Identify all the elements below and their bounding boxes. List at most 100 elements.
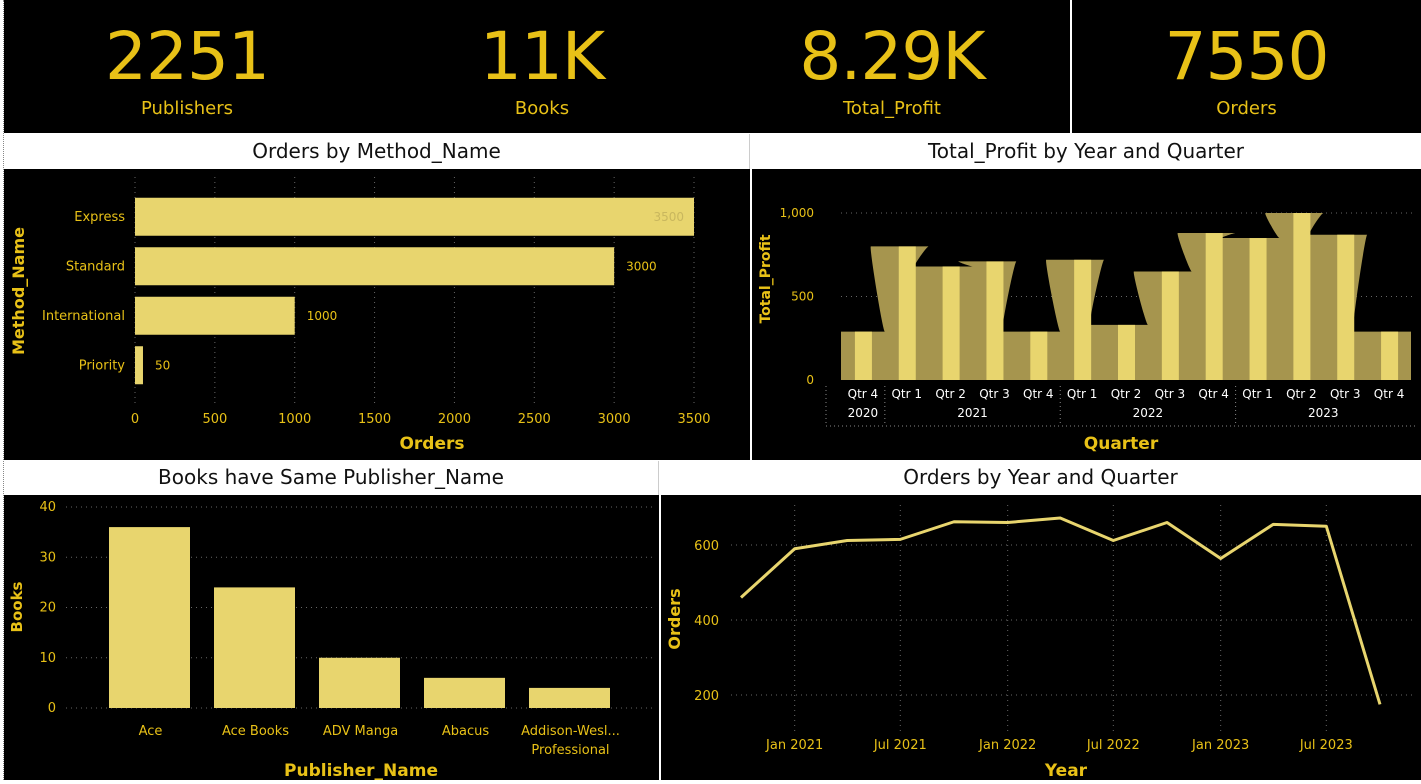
x-axis-title: Orders bbox=[399, 434, 464, 454]
y-tick-label: 20 bbox=[39, 601, 56, 616]
x-axis-title: Quarter bbox=[1084, 434, 1159, 454]
bar bbox=[214, 587, 295, 708]
profit-bar bbox=[1074, 259, 1092, 380]
profit-bar bbox=[1293, 213, 1311, 380]
x-tick-label: 1000 bbox=[278, 412, 311, 427]
kpi-card-books[interactable]: 11K Books bbox=[370, 0, 714, 133]
quarter-label: Qtr 4 bbox=[1198, 387, 1229, 401]
x-axis-title: Publisher_Name bbox=[284, 761, 438, 780]
x-tick-label: 3500 bbox=[677, 412, 710, 427]
chart-books-same-publisher[interactable]: 0 10 20 30 40 Ace Ace Books ADV Manga Abacus Addi… bbox=[4, 495, 659, 781]
orders-by-method-svg: 0 500 1000 1500 2000 2500 3000 3500 Express 3500 S… bbox=[9, 177, 711, 454]
bar bbox=[109, 527, 190, 708]
profit-bar bbox=[854, 331, 872, 380]
profit-bar bbox=[1161, 271, 1179, 380]
x-tick-label: Ace bbox=[139, 724, 163, 739]
quarter-label: Qtr 2 bbox=[1111, 387, 1142, 401]
profit-bar bbox=[986, 261, 1004, 380]
quarter-label: Qtr 3 bbox=[979, 387, 1010, 401]
year-label: 2021 bbox=[957, 406, 988, 420]
profit-bar bbox=[1030, 331, 1048, 380]
data-label: 1000 bbox=[307, 309, 338, 323]
chart-orders-by-method[interactable]: 0 500 1000 1500 2000 2500 3000 3500 Express 3500 S… bbox=[4, 169, 750, 460]
y-tick-label: 0 bbox=[48, 701, 56, 716]
y-tick-label: 600 bbox=[694, 539, 719, 554]
bar bbox=[529, 687, 610, 708]
y-tick-label: 40 bbox=[39, 500, 56, 515]
x-tick-label: Abacus bbox=[442, 724, 489, 739]
y-tick-label: 10 bbox=[39, 651, 56, 666]
books-same-publisher-svg: 0 10 20 30 40 Ace Ace Books ADV Manga Abacus Addi… bbox=[8, 500, 654, 781]
profit-bar bbox=[942, 266, 960, 380]
quarter-label: Qtr 3 bbox=[1155, 387, 1186, 401]
y-tick-label: 400 bbox=[694, 614, 719, 629]
quarter-label: Qtr 3 bbox=[1330, 387, 1361, 401]
data-label: 3000 bbox=[626, 259, 657, 273]
profit-bar bbox=[1249, 238, 1267, 380]
profit-bar bbox=[1337, 234, 1355, 380]
chart-orders-by-year[interactable]: 200 400 600 Jan 2021 Jul 2021 Jan 2022 Jul 202… bbox=[661, 495, 1421, 781]
x-tick-label: Jul 2022 bbox=[1086, 738, 1140, 753]
bar bbox=[135, 247, 615, 286]
quarter-label: Qtr 1 bbox=[891, 387, 922, 401]
x-tick-label: Addison-Wesl... bbox=[521, 724, 620, 739]
quarter-label: Qtr 4 bbox=[848, 387, 879, 401]
profit-bar bbox=[1118, 324, 1135, 380]
year-label: 2022 bbox=[1133, 406, 1164, 420]
y-tick-label: Standard bbox=[66, 259, 125, 274]
bar bbox=[424, 677, 505, 708]
x-axis-title: Year bbox=[1044, 761, 1088, 780]
y-axis-title: Orders bbox=[665, 588, 684, 649]
x-tick-label: Jul 2021 bbox=[873, 738, 927, 753]
kpi-value: 8.29K bbox=[799, 18, 985, 95]
kpi-label: Orders bbox=[1216, 98, 1277, 119]
y-tick-label: 500 bbox=[791, 290, 814, 304]
bar bbox=[135, 296, 295, 335]
y-tick-label: 1,000 bbox=[780, 206, 814, 220]
y-tick-label: 0 bbox=[806, 373, 814, 387]
quarter-label: Qtr 1 bbox=[1067, 387, 1098, 401]
kpi-value: 11K bbox=[479, 18, 605, 95]
y-tick-label: International bbox=[42, 309, 125, 324]
bar bbox=[319, 657, 400, 708]
y-axis-title: Method_Name bbox=[9, 227, 28, 355]
bar bbox=[135, 197, 694, 236]
data-label: 3500 bbox=[653, 210, 684, 224]
y-tick-label: 200 bbox=[694, 689, 719, 704]
chart-title-orders-by-year: Orders by Year and Quarter bbox=[660, 461, 1421, 495]
chart-profit-by-quarter[interactable]: 0 500 1,000 Qtr 4 Qtr 1 Qtr 2 Qtr 3 Qtr 4 Qtr 1 Q… bbox=[752, 169, 1421, 460]
profit-bar bbox=[1205, 233, 1223, 380]
year-label: 2020 bbox=[848, 406, 879, 420]
x-tick-label: 2000 bbox=[438, 412, 471, 427]
y-tick-label: 30 bbox=[39, 550, 56, 565]
orders-line bbox=[739, 516, 1382, 705]
quarter-label: Qtr 2 bbox=[935, 387, 966, 401]
x-tick-label-line2: Professional bbox=[531, 743, 609, 758]
data-label: 50 bbox=[155, 358, 170, 372]
kpi-card-publishers[interactable]: 2251 Publishers bbox=[4, 0, 370, 133]
quarter-label: Qtr 4 bbox=[1374, 387, 1405, 401]
x-tick-label: 2500 bbox=[518, 412, 551, 427]
quarter-label: Qtr 2 bbox=[1286, 387, 1317, 401]
kpi-label: Publishers bbox=[140, 98, 233, 119]
chart-title-profit-by-quarter: Total_Profit by Year and Quarter bbox=[751, 134, 1421, 169]
bar bbox=[135, 346, 143, 385]
kpi-card-orders[interactable]: 7550 Orders bbox=[1072, 0, 1421, 133]
quarter-label: Qtr 1 bbox=[1242, 387, 1273, 401]
y-tick-label: Express bbox=[74, 210, 125, 225]
chart-title-books-same-publisher: Books have Same Publisher_Name bbox=[4, 461, 659, 495]
y-tick-label: Priority bbox=[79, 358, 126, 373]
y-axis-title: Total_Profit bbox=[758, 234, 774, 323]
profit-by-quarter-svg: 0 500 1,000 Qtr 4 Qtr 1 Qtr 2 Qtr 3 Qtr 4 Qtr 1 Q… bbox=[758, 206, 1416, 454]
kpi-value: 7550 bbox=[1164, 18, 1330, 95]
kpi-label: Total_Profit bbox=[843, 98, 941, 119]
x-tick-label: Jul 2023 bbox=[1299, 738, 1353, 753]
x-tick-label: Jan 2021 bbox=[765, 738, 823, 753]
x-tick-label: Ace Books bbox=[222, 724, 289, 739]
x-tick-label: Jan 2022 bbox=[978, 738, 1036, 753]
kpi-value: 2251 bbox=[105, 18, 270, 95]
profit-bar bbox=[1381, 331, 1399, 380]
quarter-label: Qtr 4 bbox=[1023, 387, 1054, 401]
kpi-card-total-profit[interactable]: 8.29K Total_Profit bbox=[714, 0, 1070, 133]
y-axis-title: Books bbox=[8, 581, 26, 632]
